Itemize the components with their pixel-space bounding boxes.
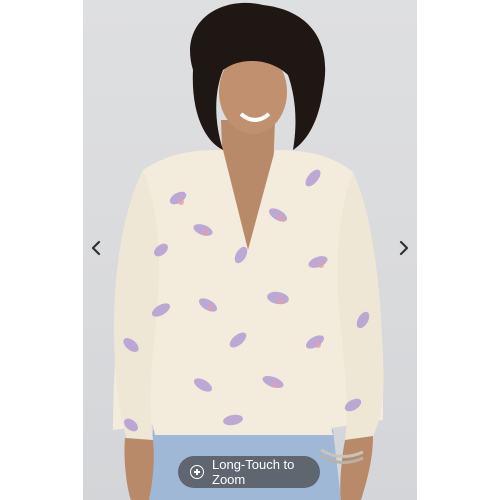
model-wearing-blouse-illustration — [113, 2, 384, 500]
chevron-right-icon — [399, 240, 409, 256]
zoom-hint-label: Long-Touch to Zoom — [212, 457, 295, 487]
zoom-hint-button[interactable]: Long-Touch to Zoom — [178, 456, 320, 488]
previous-image-button[interactable] — [86, 238, 106, 258]
product-image-viewer: Long-Touch to Zoom — [0, 0, 500, 500]
plus-circle-icon — [190, 465, 204, 479]
chevron-left-icon — [91, 240, 101, 256]
product-photo[interactable] — [83, 0, 417, 500]
next-image-button[interactable] — [394, 238, 414, 258]
